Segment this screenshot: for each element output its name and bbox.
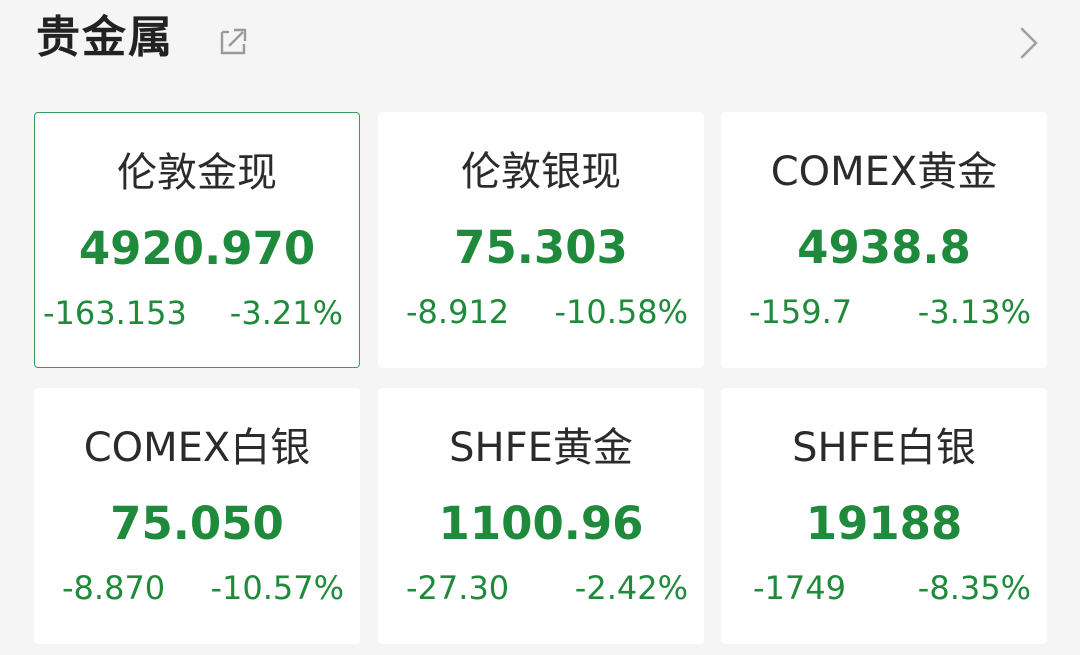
card-change-percent: -3.13% <box>917 293 1031 331</box>
card-change: -1749 <box>753 569 846 607</box>
quote-card-comex-gold[interactable]: COMEX黄金 4938.8 -159.7 -3.13% <box>721 112 1047 368</box>
chevron-right-icon[interactable] <box>1012 24 1046 62</box>
section-header: 贵金属 <box>0 0 1080 90</box>
share-icon[interactable] <box>216 24 250 58</box>
card-change: -163.153 <box>43 294 187 332</box>
quote-card-comex-silver[interactable]: COMEX白银 75.050 -8.870 -10.57% <box>34 388 360 644</box>
quote-card-shfe-gold[interactable]: SHFE黄金 1100.96 -27.30 -2.42% <box>378 388 704 644</box>
card-change-percent: -3.21% <box>229 294 343 332</box>
card-price: 19188 <box>805 497 963 550</box>
card-change: -8.870 <box>62 569 166 607</box>
card-price: 4920.970 <box>78 222 316 275</box>
card-name: COMEX白银 <box>83 425 311 471</box>
card-price: 1100.96 <box>438 497 644 550</box>
card-change: -8.912 <box>406 293 510 331</box>
precious-metals-grid: 伦敦金现 4920.970 -163.153 -3.21% 伦敦银现 75.30… <box>34 112 1047 645</box>
card-change-percent: -10.58% <box>554 293 688 331</box>
card-name: 伦敦金现 <box>117 150 277 196</box>
card-change-percent: -2.42% <box>574 569 688 607</box>
card-price: 75.303 <box>454 221 628 274</box>
quote-card-shfe-silver[interactable]: SHFE白银 19188 -1749 -8.35% <box>721 388 1047 644</box>
card-name: 伦敦银现 <box>461 149 621 195</box>
card-name: SHFE白银 <box>792 425 976 471</box>
card-name: COMEX黄金 <box>770 149 998 195</box>
card-price: 75.050 <box>110 497 284 550</box>
section-title: 贵金属 <box>36 12 174 63</box>
card-price: 4938.8 <box>797 221 971 274</box>
quote-card-london-silver[interactable]: 伦敦银现 75.303 -8.912 -10.58% <box>378 112 704 368</box>
card-name: SHFE黄金 <box>449 425 633 471</box>
card-change-percent: -10.57% <box>210 569 344 607</box>
card-change: -27.30 <box>406 569 510 607</box>
quote-card-london-gold[interactable]: 伦敦金现 4920.970 -163.153 -3.21% <box>34 112 360 368</box>
card-change-percent: -8.35% <box>917 569 1031 607</box>
card-change: -159.7 <box>749 293 853 331</box>
